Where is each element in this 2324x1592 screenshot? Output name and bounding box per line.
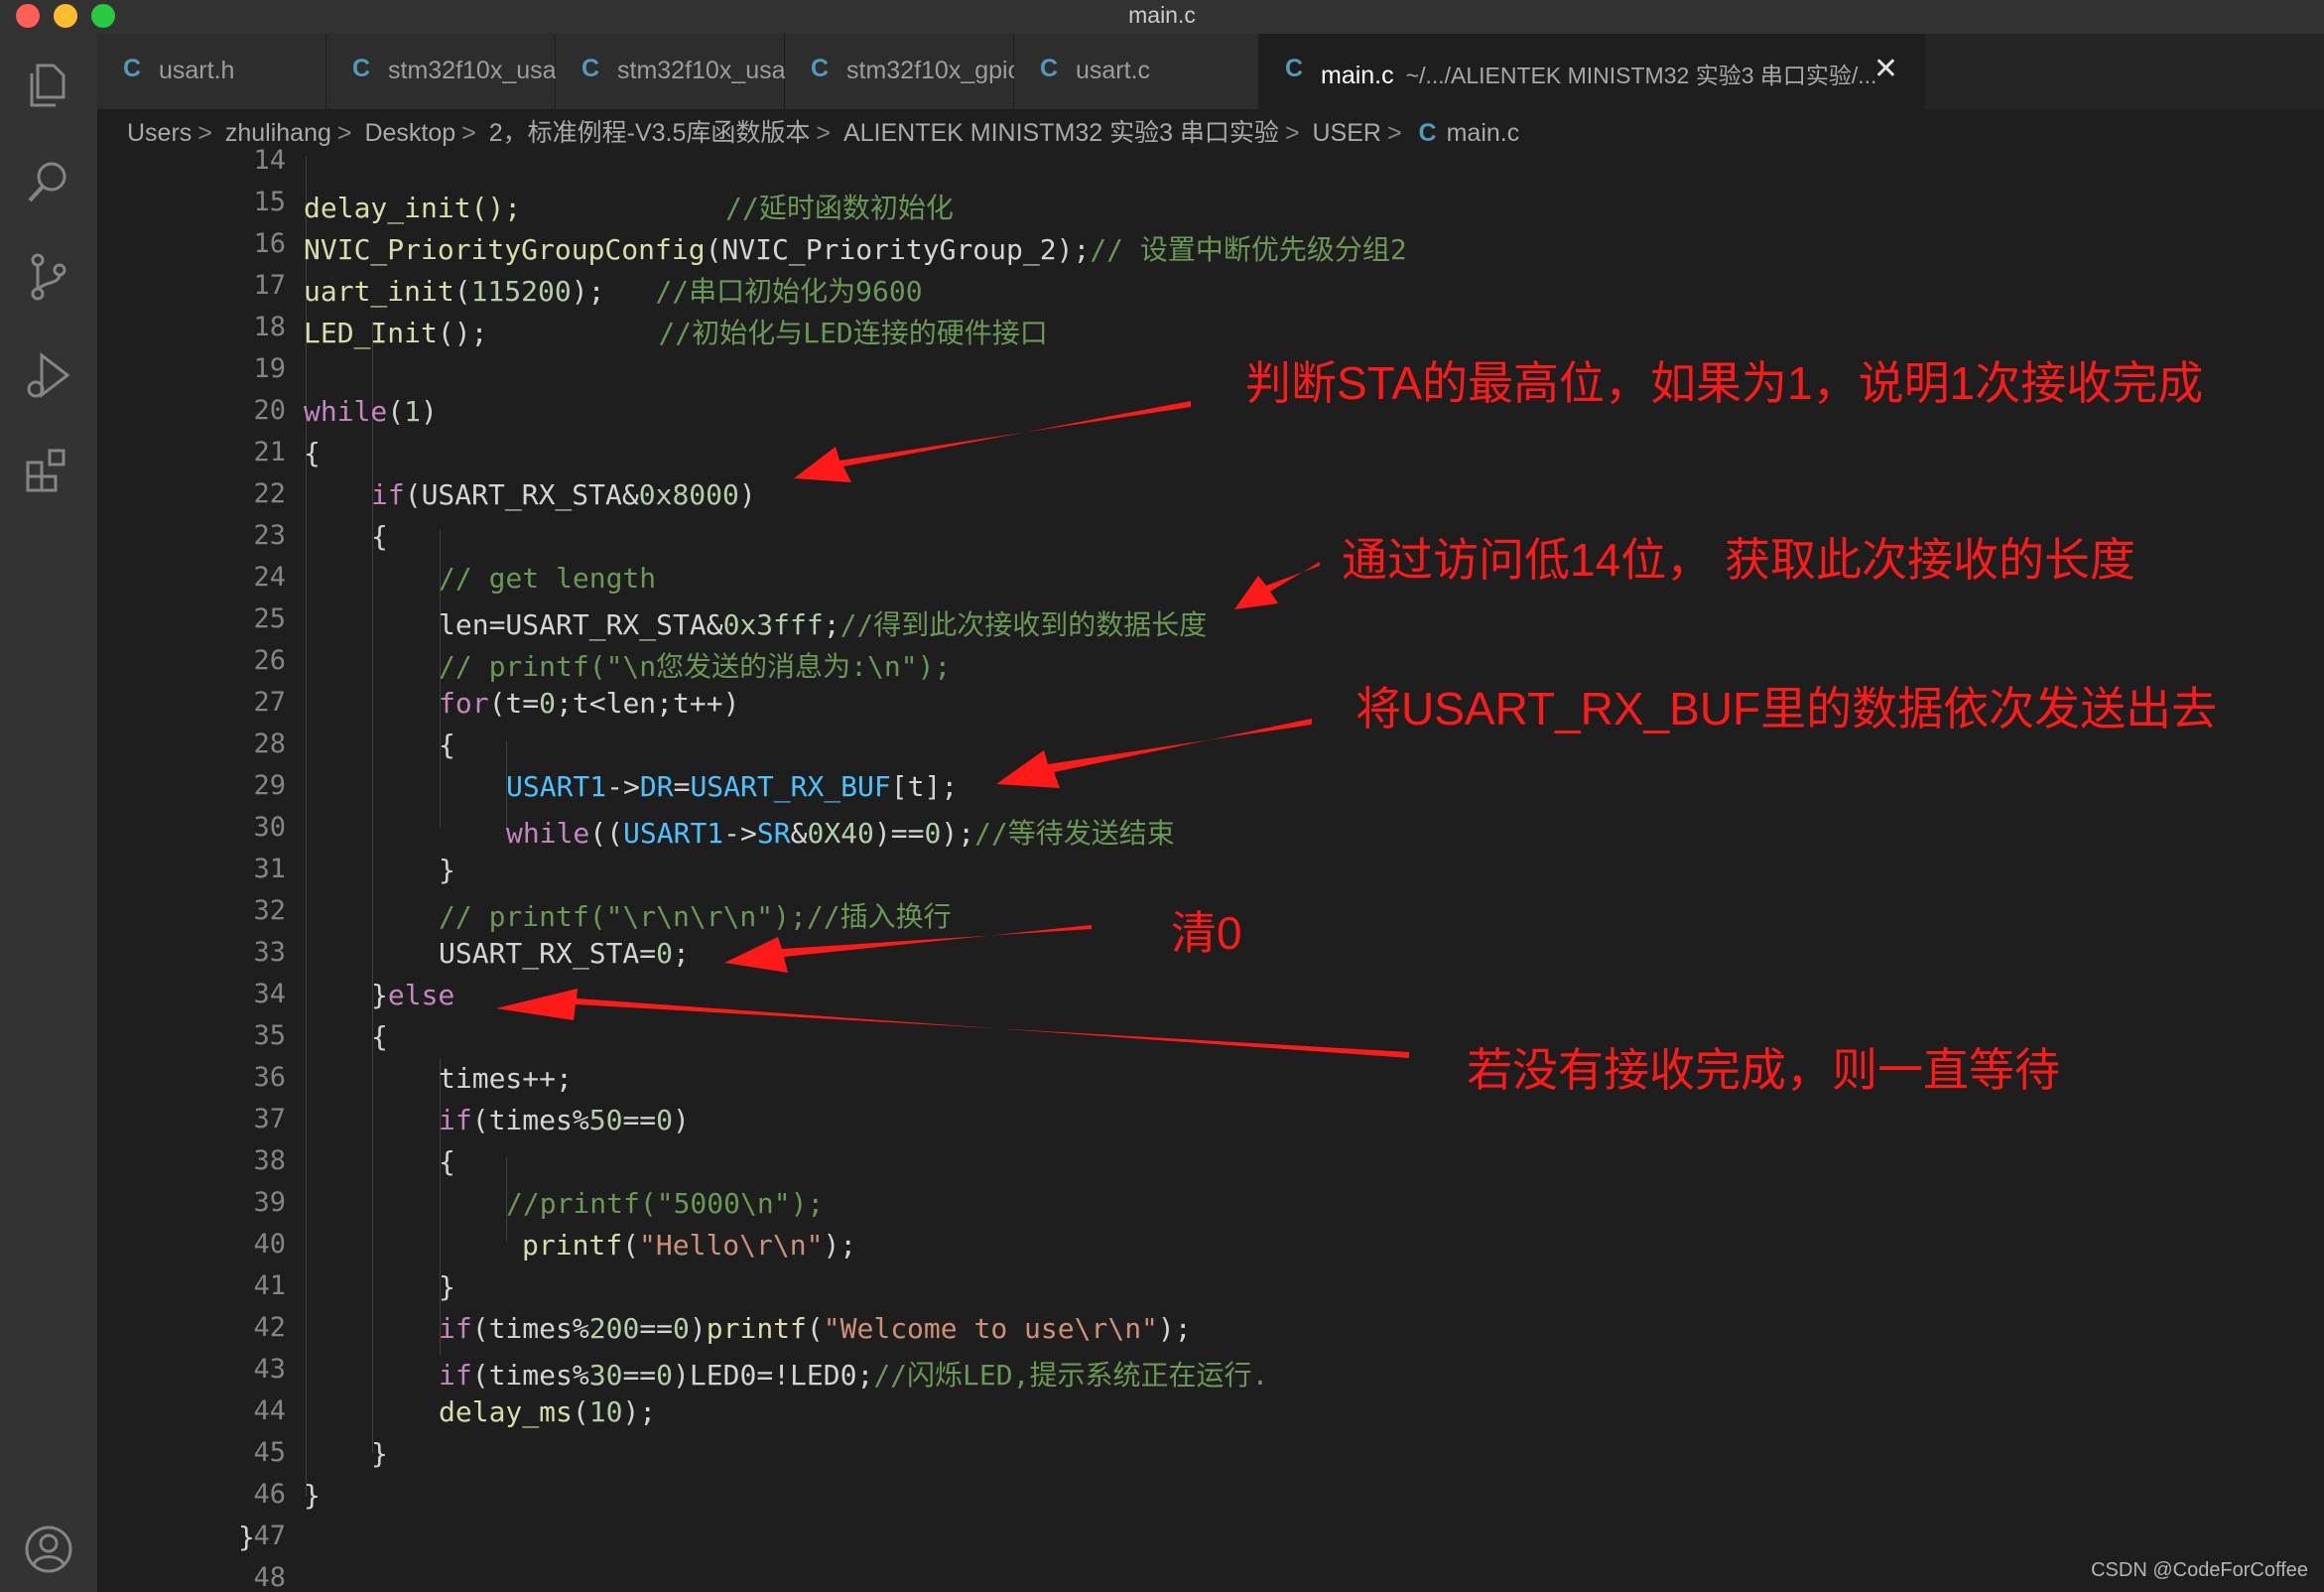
annotation-low-14-bits: 通过访问低14位， 获取此次接收的长度 bbox=[1342, 534, 2135, 586]
arrow-low-14-bits bbox=[1234, 562, 1320, 609]
annotation-else-wait: 若没有接收完成，则一直等待 bbox=[1467, 1044, 2060, 1096]
annotation-clear-zero: 清0 bbox=[1171, 907, 1242, 959]
annotation-send-buf: 将USART_RX_BUF里的数据依次发送出去 bbox=[1356, 683, 2218, 734]
annotation-sta-high-bit: 判断STA的最高位，如果为1，说明1次接收完成 bbox=[1245, 357, 2204, 409]
watermark: CSDN @CodeForCoffee bbox=[2091, 1559, 2308, 1581]
annotation-arrows bbox=[496, 401, 1409, 1058]
arrow-else-wait bbox=[496, 989, 1409, 1058]
arrow-clear-zero bbox=[724, 925, 1092, 973]
arrow-sta-high-bit bbox=[794, 401, 1191, 482]
arrow-send-buf bbox=[996, 719, 1312, 788]
